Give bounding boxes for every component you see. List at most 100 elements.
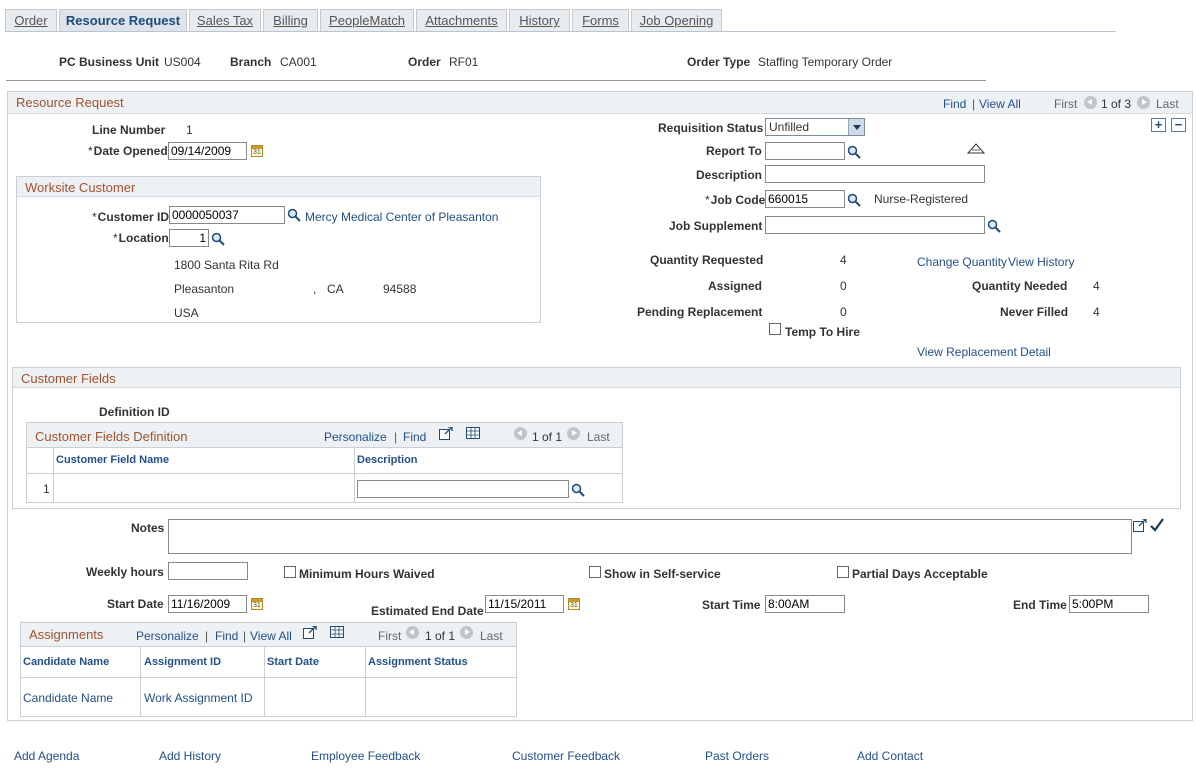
location-label: *Location xyxy=(113,231,169,245)
temp-to-hire-checkbox[interactable] xyxy=(769,323,781,335)
delete-row-button[interactable]: − xyxy=(1171,118,1186,132)
address-state: CA xyxy=(327,282,344,296)
show-self-service-checkbox[interactable] xyxy=(589,566,601,578)
estimated-end-date-input[interactable] xyxy=(485,595,564,613)
start-date-label: Start Date xyxy=(107,597,164,611)
employee-feedback-link[interactable]: Employee Feedback xyxy=(311,749,420,763)
add-history-link[interactable]: Add History xyxy=(159,749,221,763)
description-input[interactable] xyxy=(765,165,985,183)
cf-personalize-link[interactable]: Personalize xyxy=(324,430,387,444)
tab-sales-tax[interactable]: Sales Tax xyxy=(189,9,261,32)
assign-find-link[interactable]: Find xyxy=(215,629,238,643)
candidate-name-link[interactable]: Candidate Name xyxy=(23,691,113,705)
quantity-requested-value: 4 xyxy=(840,253,847,267)
never-filled-label: Never Filled xyxy=(1000,305,1069,319)
order-type-value: Staffing Temporary Order xyxy=(758,55,893,69)
report-to-lookup-icon[interactable] xyxy=(847,145,861,159)
new-window-icon[interactable] xyxy=(439,427,453,440)
tab-job-opening[interactable]: Job Opening xyxy=(631,9,722,32)
tab-attachments[interactable]: Attachments xyxy=(416,9,507,32)
location-lookup-icon[interactable] xyxy=(211,232,225,246)
previous-row-icon[interactable] xyxy=(1084,96,1097,109)
cf-col-field-name[interactable]: Customer Field Name xyxy=(56,454,169,466)
tab-resource-request[interactable]: Resource Request xyxy=(59,9,187,32)
cf-description-lookup-icon[interactable] xyxy=(571,483,585,497)
start-date-calendar-icon[interactable]: 31 xyxy=(251,598,263,610)
add-contact-link[interactable]: Add Contact xyxy=(857,749,923,763)
assign-col-divider xyxy=(140,646,141,716)
assign-grid-download-icon[interactable] xyxy=(330,626,344,638)
cf-find-link[interactable]: Find xyxy=(403,430,426,444)
customer-id-input[interactable] xyxy=(169,206,285,224)
order-value: RF01 xyxy=(449,55,479,69)
weekly-hours-input[interactable] xyxy=(168,562,248,580)
weekly-hours-label: Weekly hours xyxy=(86,565,164,579)
cf-previous-icon[interactable] xyxy=(514,427,527,440)
assign-personalize-link[interactable]: Personalize xyxy=(136,629,199,643)
work-assignment-id-link[interactable]: Work Assignment ID xyxy=(144,691,252,705)
view-history-link[interactable]: View History xyxy=(1008,255,1074,269)
branch-value: CA001 xyxy=(280,55,317,69)
cf-description-input[interactable] xyxy=(357,480,569,498)
cf-nav-separator: | xyxy=(394,430,398,444)
spell-check-icon[interactable] xyxy=(1149,517,1165,533)
calendar-icon[interactable]: 31 xyxy=(251,145,263,157)
assign-col-assignment-id[interactable]: Assignment ID xyxy=(144,656,221,668)
rr-view-all-link[interactable]: View All xyxy=(979,97,1021,111)
report-to-input[interactable] xyxy=(765,142,845,160)
location-input[interactable] xyxy=(169,229,209,247)
start-time-input[interactable] xyxy=(765,595,845,613)
tab-history[interactable]: History xyxy=(509,9,570,32)
cf-last-label: Last xyxy=(587,430,610,444)
address-city: Pleasanton xyxy=(174,282,235,296)
quantity-needed-label: Quantity Needed xyxy=(972,279,1068,293)
end-date-calendar-icon[interactable]: 31 xyxy=(568,598,580,610)
assign-col-start-date[interactable]: Start Date xyxy=(267,656,319,668)
cf-col-description[interactable]: Description xyxy=(357,454,418,466)
start-date-input[interactable] xyxy=(168,595,247,613)
minimum-hours-waived-checkbox[interactable] xyxy=(284,566,296,578)
partial-days-checkbox[interactable] xyxy=(837,566,849,578)
tab-underline xyxy=(5,31,1116,32)
tab-billing[interactable]: Billing xyxy=(263,9,318,32)
assign-new-window-icon[interactable] xyxy=(303,626,317,639)
job-supplement-input[interactable] xyxy=(765,216,985,234)
cf-next-icon[interactable] xyxy=(567,427,580,440)
notes-textarea[interactable] xyxy=(168,519,1132,554)
view-replacement-detail-link[interactable]: View Replacement Detail xyxy=(917,345,1051,359)
customer-lookup-icon[interactable] xyxy=(287,208,301,222)
job-code-lookup-icon[interactable] xyxy=(847,193,861,207)
assign-view-all-link[interactable]: View All xyxy=(250,629,292,643)
assign-col-divider xyxy=(365,646,366,716)
expand-notes-icon[interactable] xyxy=(1133,519,1147,532)
assign-col-assignment-status[interactable]: Assignment Status xyxy=(368,656,468,668)
assign-previous-icon[interactable] xyxy=(406,626,419,639)
customer-id-label: *Customer ID xyxy=(92,210,170,224)
job-code-input[interactable] xyxy=(765,190,845,208)
person-profile-icon[interactable] xyxy=(967,143,985,155)
next-row-icon[interactable] xyxy=(1137,96,1150,109)
add-row-button[interactable]: + xyxy=(1151,118,1166,132)
show-self-service-label: Show in Self-service xyxy=(604,567,721,581)
assign-col-candidate-name[interactable]: Candidate Name xyxy=(23,656,109,668)
date-opened-input[interactable] xyxy=(168,142,247,160)
temp-to-hire-label: Temp To Hire xyxy=(785,325,860,339)
never-filled-value: 4 xyxy=(1093,305,1100,319)
partial-days-label: Partial Days Acceptable xyxy=(852,567,988,581)
job-supplement-lookup-icon[interactable] xyxy=(987,219,1001,233)
assign-grid-divider xyxy=(21,677,516,678)
customer-name-link[interactable]: Mercy Medical Center of Pleasanton xyxy=(305,210,498,224)
tab-forms[interactable]: Forms xyxy=(572,9,629,32)
add-agenda-link[interactable]: Add Agenda xyxy=(14,749,79,763)
assign-next-icon[interactable] xyxy=(460,626,473,639)
tab-peoplematch[interactable]: PeopleMatch xyxy=(320,9,414,32)
past-orders-link[interactable]: Past Orders xyxy=(705,749,769,763)
tab-order[interactable]: Order xyxy=(5,9,57,32)
change-quantity-link[interactable]: Change Quantity xyxy=(917,255,1007,269)
rr-find-link[interactable]: Find xyxy=(943,97,966,111)
grid-download-icon[interactable] xyxy=(466,427,480,439)
end-time-input[interactable] xyxy=(1069,595,1149,613)
requisition-status-select[interactable]: Unfilled xyxy=(765,118,865,136)
pc-business-unit-label: PC Business Unit xyxy=(59,55,160,69)
customer-feedback-link[interactable]: Customer Feedback xyxy=(512,749,620,763)
